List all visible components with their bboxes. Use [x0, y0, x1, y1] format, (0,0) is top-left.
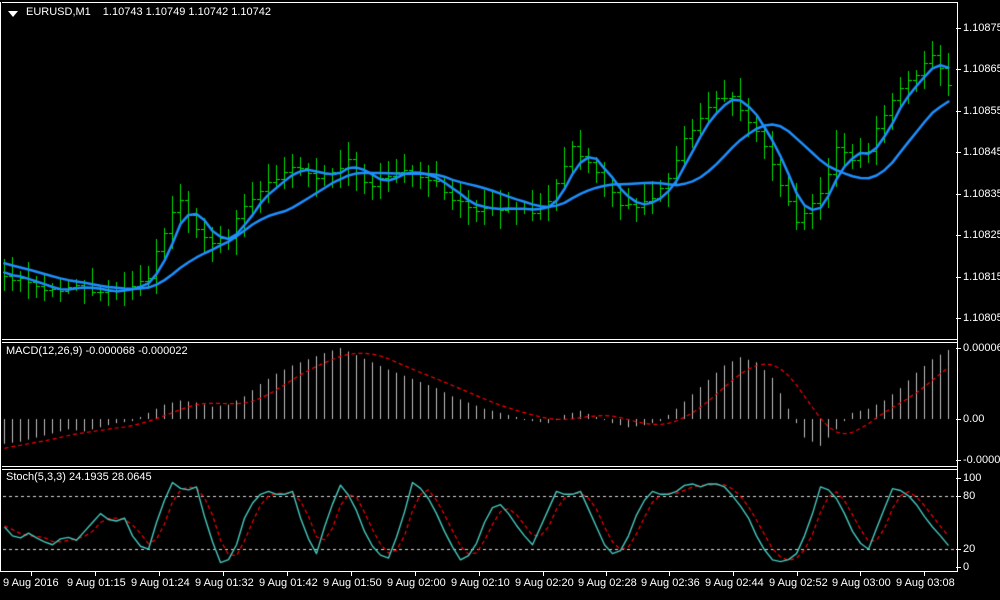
- price-axis-label: 1.10825: [963, 229, 1000, 241]
- price-axis-label: 1.10865: [963, 63, 1000, 75]
- chart-title: EURUSD,M1 1.10743 1.10749 1.10742 1.1074…: [8, 6, 271, 19]
- time-axis-tick: [31, 572, 32, 576]
- price-axis-tick: [956, 28, 961, 29]
- time-axis-label: 9 Aug 02:00: [387, 577, 446, 589]
- time-axis-tick: [415, 572, 416, 576]
- price-axis-label: 1.10815: [963, 271, 1000, 283]
- macd-axis-tick: [956, 460, 961, 461]
- price-axis-tick: [956, 318, 961, 319]
- stoch-axis-label: 0: [963, 561, 969, 573]
- time-axis-label: 9 Aug 01:24: [131, 577, 190, 589]
- stoch-axis-label: 20: [963, 543, 975, 555]
- price-axis-tick: [956, 69, 961, 70]
- stoch-panel-canvas[interactable]: [3, 470, 957, 571]
- chart-window: EURUSD,M1 1.10743 1.10749 1.10742 1.1074…: [0, 0, 1000, 600]
- time-axis-tick: [924, 572, 925, 576]
- chart-top-border: [2, 2, 957, 3]
- stoch-axis-tick: [956, 567, 961, 568]
- chart-ohlc-values: 1.10743 1.10749 1.10742 1.10742: [103, 6, 271, 19]
- time-axis-label: 9 Aug 02:36: [641, 577, 700, 589]
- stoch-axis-tick: [956, 549, 961, 550]
- stoch-axis-label: 100: [963, 472, 981, 484]
- price-axis-line: [957, 2, 958, 572]
- time-axis-tick: [95, 572, 96, 576]
- time-axis-tick: [287, 572, 288, 576]
- macd-axis-tick: [956, 419, 961, 420]
- chart-symbol-title: EURUSD,M1: [26, 6, 91, 19]
- stoch-axis-label: 80: [963, 490, 975, 502]
- time-axis-label: 9 Aug 02:52: [769, 577, 828, 589]
- time-axis-tick: [223, 572, 224, 576]
- chart-left-border: [0, 2, 1, 572]
- time-axis-label: 9 Aug 01:42: [259, 577, 318, 589]
- macd-panel-canvas[interactable]: [3, 343, 957, 466]
- price-axis-label: 1.10875: [963, 22, 1000, 34]
- price-axis-label: 1.10835: [963, 188, 1000, 200]
- stoch-axis-tick: [956, 496, 961, 497]
- time-axis-tick: [351, 572, 352, 576]
- time-axis-label: 9 Aug 02:44: [705, 577, 764, 589]
- price-axis-label: 1.10805: [963, 312, 1000, 324]
- panel-separator[interactable]: [2, 342, 957, 343]
- time-axis-label: 9 Aug 01:50: [323, 577, 382, 589]
- macd-axis-label: 0.000069: [963, 342, 1000, 354]
- price-axis-tick: [956, 152, 961, 153]
- time-axis-label: 9 Aug 02:28: [578, 577, 637, 589]
- symbol-dropdown-icon[interactable]: [8, 11, 18, 17]
- macd-axis-label: -0.000048: [963, 454, 1000, 466]
- time-axis-label: 9 Aug 01:15: [67, 577, 126, 589]
- time-axis-tick: [543, 572, 544, 576]
- time-axis-label: 9 Aug 03:00: [832, 577, 891, 589]
- time-axis-tick: [733, 572, 734, 576]
- time-axis-tick: [797, 572, 798, 576]
- panel-separator[interactable]: [2, 469, 957, 470]
- time-axis-tick: [479, 572, 480, 576]
- price-chart-canvas[interactable]: [3, 3, 957, 339]
- time-axis-label: 9 Aug 01:32: [195, 577, 254, 589]
- macd-axis-tick: [956, 348, 961, 349]
- time-axis-tick: [669, 572, 670, 576]
- price-axis-tick: [956, 111, 961, 112]
- price-axis-tick: [956, 277, 961, 278]
- time-axis-tick: [159, 572, 160, 576]
- panel-separator[interactable]: [2, 339, 957, 340]
- time-axis-label: 9 Aug 02:20: [515, 577, 574, 589]
- price-axis-label: 1.10855: [963, 105, 1000, 117]
- panel-separator[interactable]: [2, 466, 957, 467]
- stoch-axis-tick: [956, 478, 961, 479]
- price-axis-tick: [956, 235, 961, 236]
- macd-label: MACD(12,26,9) -0.000068 -0.000022: [6, 345, 188, 358]
- time-axis-tick: [860, 572, 861, 576]
- price-axis-tick: [956, 194, 961, 195]
- time-axis-label: 9 Aug 2016: [3, 577, 59, 589]
- time-axis-label: 9 Aug 03:08: [896, 577, 955, 589]
- time-axis-tick: [606, 572, 607, 576]
- price-axis-label: 1.10845: [963, 146, 1000, 158]
- stoch-label: Stoch(5,3,3) 24.1935 28.0645: [6, 471, 152, 484]
- time-axis-label: 9 Aug 02:10: [451, 577, 510, 589]
- macd-axis-label: 0.00: [963, 413, 984, 425]
